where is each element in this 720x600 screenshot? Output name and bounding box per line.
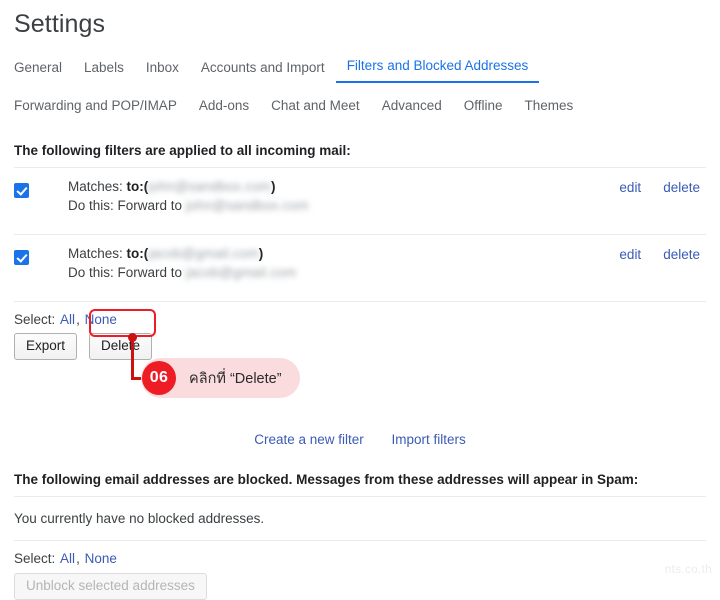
blocked-select-row: Select: All, None xyxy=(0,541,720,566)
filters-section-heading: The following filters are applied to all… xyxy=(14,143,351,158)
matches-value-redacted: john@sandbox.com xyxy=(148,179,272,194)
tab-inbox[interactable]: Inbox xyxy=(135,59,190,83)
filters-button-row: Export Delete xyxy=(0,327,720,360)
filter-action-line-1: Do this: Forward to john@sandbox.com xyxy=(68,196,619,215)
export-button[interactable]: Export xyxy=(14,333,78,360)
filters-footer-links: Create a new filter Import filters xyxy=(0,426,720,447)
tab-themes[interactable]: Themes xyxy=(514,97,585,121)
import-filters-link[interactable]: Import filters xyxy=(392,432,466,447)
matches-label: Matches: xyxy=(68,179,123,194)
filter-checkbox-1[interactable] xyxy=(14,183,29,198)
matches-key: to:( xyxy=(126,246,149,261)
tab-row-primary: General Labels Inbox Accounts and Import… xyxy=(14,51,720,83)
select-label: Select: xyxy=(14,312,56,327)
tab-chat-and-meet[interactable]: Chat and Meet xyxy=(260,97,371,121)
tab-forwarding-and-pop-imap[interactable]: Forwarding and POP/IMAP xyxy=(14,97,188,121)
filter-checkbox-cell xyxy=(14,244,68,270)
matches-close: ) xyxy=(271,179,276,194)
action-value-redacted: jacob@gmail.com xyxy=(185,265,297,280)
matches-label: Matches: xyxy=(68,246,123,261)
tab-general[interactable]: General xyxy=(14,59,73,83)
select-none-blocked-link[interactable]: None xyxy=(85,551,117,566)
delete-filter-link-1[interactable]: delete xyxy=(663,180,700,195)
filter-actions-1: edit delete xyxy=(619,177,706,195)
edit-filter-link-2[interactable]: edit xyxy=(619,247,641,262)
select-separator: , xyxy=(76,551,80,566)
settings-tabbar: General Labels Inbox Accounts and Import… xyxy=(0,39,720,121)
delete-button[interactable]: Delete xyxy=(89,333,153,360)
blocked-empty-message: You currently have no blocked addresses. xyxy=(14,511,265,526)
blocked-button-row: Unblock selected addresses xyxy=(0,566,720,600)
filter-matches-line-1: Matches: to:(john@sandbox.com) xyxy=(68,177,619,196)
filter-actions-2: edit delete xyxy=(619,244,706,262)
matches-value-redacted: jacob@gmail.com xyxy=(148,246,259,261)
action-label: Do this: Forward to xyxy=(68,198,183,213)
edit-filter-link-1[interactable]: edit xyxy=(619,180,641,195)
filter-checkbox-2[interactable] xyxy=(14,250,29,265)
table-row: Matches: to:(jacob@gmail.com) Do this: F… xyxy=(0,235,720,292)
matches-key: to:( xyxy=(126,179,149,194)
tab-offline[interactable]: Offline xyxy=(453,97,514,121)
tab-row-secondary: Forwarding and POP/IMAP Add-ons Chat and… xyxy=(14,91,720,121)
table-row: Matches: to:(john@sandbox.com) Do this: … xyxy=(0,168,720,225)
select-label: Select: xyxy=(14,551,56,566)
tab-labels[interactable]: Labels xyxy=(73,59,135,83)
tab-filters-and-blocked-addresses[interactable]: Filters and Blocked Addresses xyxy=(335,57,540,83)
page-title: Settings xyxy=(14,10,106,38)
tab-accounts-and-import[interactable]: Accounts and Import xyxy=(190,59,336,83)
unblock-selected-addresses-button[interactable]: Unblock selected addresses xyxy=(14,573,207,600)
filters-select-row: Select: All, None xyxy=(0,302,720,327)
tab-add-ons[interactable]: Add-ons xyxy=(188,97,260,121)
filter-action-line-2: Do this: Forward to jacob@gmail.com xyxy=(68,263,619,282)
filter-matches-line-2: Matches: to:(jacob@gmail.com) xyxy=(68,244,619,263)
filter-description-2: Matches: to:(jacob@gmail.com) Do this: F… xyxy=(68,244,619,282)
select-all-filters-link[interactable]: All xyxy=(60,312,75,327)
annotation-spacer xyxy=(0,360,720,426)
watermark: nts.co.th xyxy=(664,564,712,576)
select-none-filters-link[interactable]: None xyxy=(85,312,117,327)
select-all-blocked-link[interactable]: All xyxy=(60,551,75,566)
delete-filter-link-2[interactable]: delete xyxy=(663,247,700,262)
filter-checkbox-cell xyxy=(14,177,68,203)
create-a-new-filter-link[interactable]: Create a new filter xyxy=(254,432,364,447)
action-value-redacted: john@sandbox.com xyxy=(185,198,309,213)
blocked-section-heading: The following email addresses are blocke… xyxy=(14,472,639,487)
matches-close: ) xyxy=(258,246,264,261)
filter-description-1: Matches: to:(john@sandbox.com) Do this: … xyxy=(68,177,619,215)
action-label: Do this: Forward to xyxy=(68,265,183,280)
tab-advanced[interactable]: Advanced xyxy=(371,97,453,121)
select-separator: , xyxy=(76,312,80,327)
